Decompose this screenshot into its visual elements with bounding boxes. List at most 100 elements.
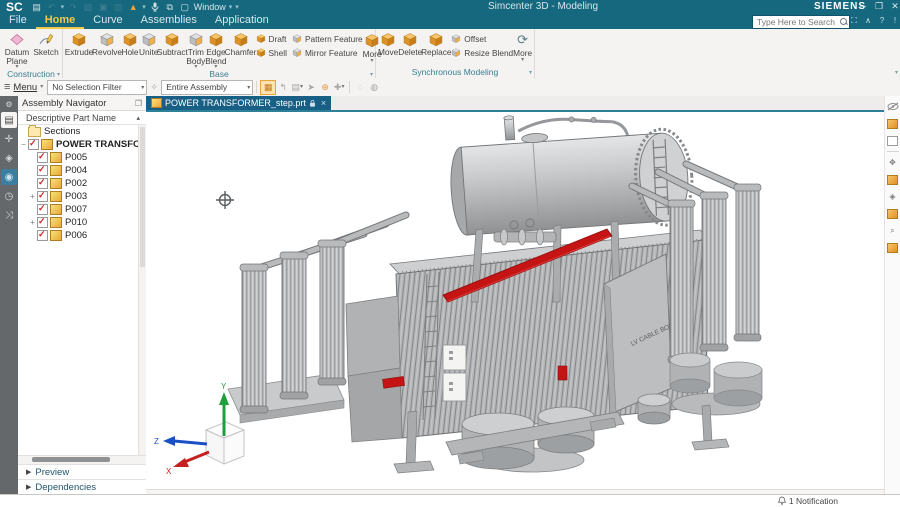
tree-row-p005[interactable]: P005	[18, 151, 146, 164]
minimize-ribbon-icon[interactable]: ∧	[862, 15, 874, 27]
move-button[interactable]: Move	[378, 30, 398, 57]
window-dropdown-icon[interactable]: ▾	[229, 3, 233, 11]
command-finder-dropdown-icon[interactable]: ▾	[142, 3, 146, 11]
redo-icon[interactable]: ↷	[67, 2, 79, 13]
trim-body-button[interactable]: Trim Body ▾	[186, 30, 205, 69]
p002-checkbox[interactable]	[37, 178, 48, 189]
alerts-icon[interactable]: !	[889, 15, 900, 27]
constraint-navigator-icon[interactable]: ✛	[1, 131, 17, 147]
p005-checkbox[interactable]	[37, 152, 48, 163]
dependencies-expand-icon[interactable]: ▶	[26, 483, 31, 491]
sync-more-dropdown-icon[interactable]: ▾	[521, 58, 524, 62]
tree-row-p007[interactable]: P007	[18, 203, 146, 216]
p003-checkbox[interactable]	[37, 191, 48, 202]
pan-view-icon[interactable]: ◍	[367, 81, 381, 94]
select-menu-icon[interactable]: ▤▾	[290, 81, 304, 94]
revolve-button[interactable]: Revolve	[93, 30, 121, 57]
graphics-window[interactable]: LV CABLE BOX	[146, 110, 884, 491]
sort-icon[interactable]: ▴	[136, 114, 140, 122]
web-browser-icon[interactable]: ◉	[1, 169, 17, 185]
collapse-icon[interactable]: −	[19, 140, 28, 149]
tree-row-p002[interactable]: P002	[18, 177, 146, 190]
save-icon[interactable]: ▤	[31, 2, 43, 13]
sync-more-button[interactable]: ⟳ More ▾	[513, 30, 532, 62]
undock-panel-icon[interactable]: ❒	[135, 99, 142, 108]
move-component-icon[interactable]: ✥	[886, 156, 899, 169]
delete-button[interactable]: Delete	[398, 30, 422, 57]
assembly-constraints-icon[interactable]	[886, 173, 899, 186]
p003-expand-icon[interactable]: +	[28, 192, 37, 201]
rotate-view-icon[interactable]: ◌	[353, 81, 367, 94]
help-icon[interactable]: ?	[876, 15, 888, 27]
highlight-selection-icon[interactable]: ▦	[260, 80, 276, 95]
tree-row-p010[interactable]: + P010	[18, 216, 146, 229]
command-search[interactable]	[752, 15, 850, 29]
p010-checkbox[interactable]	[37, 217, 48, 228]
show-degrees-of-freedom-icon[interactable]: ◈	[886, 190, 899, 203]
p006-checkbox[interactable]	[37, 230, 48, 241]
history-icon[interactable]: ◷	[1, 188, 17, 204]
hole-button[interactable]: Hole	[121, 30, 139, 57]
copy-icon[interactable]: ▣	[97, 2, 109, 13]
restore-button[interactable]: ❐	[872, 0, 886, 13]
close-button[interactable]: ✕	[888, 0, 900, 13]
undo-icon[interactable]: ↶	[46, 2, 58, 13]
fullscreen-icon[interactable]: ⛶	[848, 15, 860, 27]
tree-row-root[interactable]: − POWER TRANSFORMER_step	[18, 138, 146, 151]
hide-icon[interactable]	[886, 100, 899, 113]
tab-home[interactable]: Home	[36, 14, 85, 29]
search-icon[interactable]	[840, 18, 847, 26]
menu-button[interactable]: ≡ Menu ▾	[0, 81, 47, 93]
sequence-icon[interactable]	[886, 241, 899, 254]
new-window-icon[interactable]: ⧉	[164, 2, 176, 13]
ribbon-overflow-icon[interactable]: ▾	[895, 68, 898, 78]
sketch-button[interactable]: Sketch	[32, 30, 60, 57]
subtract-button[interactable]: Subtract	[158, 30, 186, 57]
roles-icon[interactable]: ⤨	[1, 207, 17, 223]
pattern-feature-button[interactable]: Pattern Feature	[291, 32, 363, 45]
find-component-icon[interactable]: ⌕	[886, 224, 899, 237]
p010-expand-icon[interactable]: +	[28, 218, 37, 227]
document-tab[interactable]: POWER TRANSFORMER_step.prt ×	[146, 96, 331, 110]
orientation-triad[interactable]: Y Z X	[154, 382, 244, 476]
tab-file[interactable]: File	[0, 14, 36, 29]
window-menu[interactable]: Window	[194, 2, 226, 12]
edge-blend-button[interactable]: Edge Blend ▾	[205, 30, 226, 69]
snap-point-icon[interactable]: ✧	[147, 81, 161, 94]
notification-area[interactable]: 1 Notification	[778, 496, 838, 506]
tree-row-p006[interactable]: P006	[18, 229, 146, 242]
window-icon[interactable]: ▢	[179, 2, 191, 13]
cut-icon[interactable]: ▧	[82, 2, 94, 13]
base-more-dropdown-icon[interactable]: ▾	[371, 59, 374, 63]
minimize-button[interactable]: ─	[856, 0, 870, 13]
add-component-icon[interactable]: ✚▾	[332, 81, 346, 94]
tree-row-p003[interactable]: + P003	[18, 190, 146, 203]
extrude-button[interactable]: Extrude	[65, 30, 93, 57]
editable-part-icon[interactable]	[886, 134, 899, 147]
p004-checkbox[interactable]	[37, 165, 48, 176]
tree-horizontal-scrollbar[interactable]	[18, 455, 146, 464]
sync-group-dropdown-icon[interactable]: ▾	[529, 68, 532, 78]
preview-expand-icon[interactable]: ▶	[26, 468, 31, 476]
resize-blend-button[interactable]: Resize Blend	[450, 46, 513, 59]
qa-overflow-icon[interactable]: ▾	[235, 3, 239, 11]
datum-plane-button[interactable]: Datum Plane ▾	[2, 30, 32, 69]
close-tab-icon[interactable]: ×	[321, 98, 326, 108]
selection-scope-combo[interactable]: Entire Assembly ▾	[161, 80, 253, 95]
zoom-selection-icon[interactable]: ⊕	[318, 81, 332, 94]
paste-icon[interactable]: ▥	[112, 2, 124, 13]
chamfer-button[interactable]: Chamfer	[227, 30, 255, 57]
mirror-feature-button[interactable]: Mirror Feature	[291, 46, 363, 59]
replace-button[interactable]: Replace	[422, 30, 450, 57]
offset-button[interactable]: Offset	[450, 32, 513, 45]
draft-button[interactable]: Draft	[255, 32, 287, 45]
search-input[interactable]	[755, 16, 840, 28]
resource-settings-icon[interactable]: ⚙	[1, 99, 17, 109]
root-checkbox[interactable]	[28, 139, 39, 150]
tree-column-header[interactable]: Descriptive Part Name ▴	[18, 111, 146, 125]
p007-checkbox[interactable]	[37, 204, 48, 215]
unite-button[interactable]: Unite	[139, 30, 158, 57]
part-navigator-icon[interactable]: ◈	[1, 150, 17, 166]
previous-selection-icon[interactable]: ↰	[276, 81, 290, 94]
voice-command-icon[interactable]	[149, 2, 161, 13]
